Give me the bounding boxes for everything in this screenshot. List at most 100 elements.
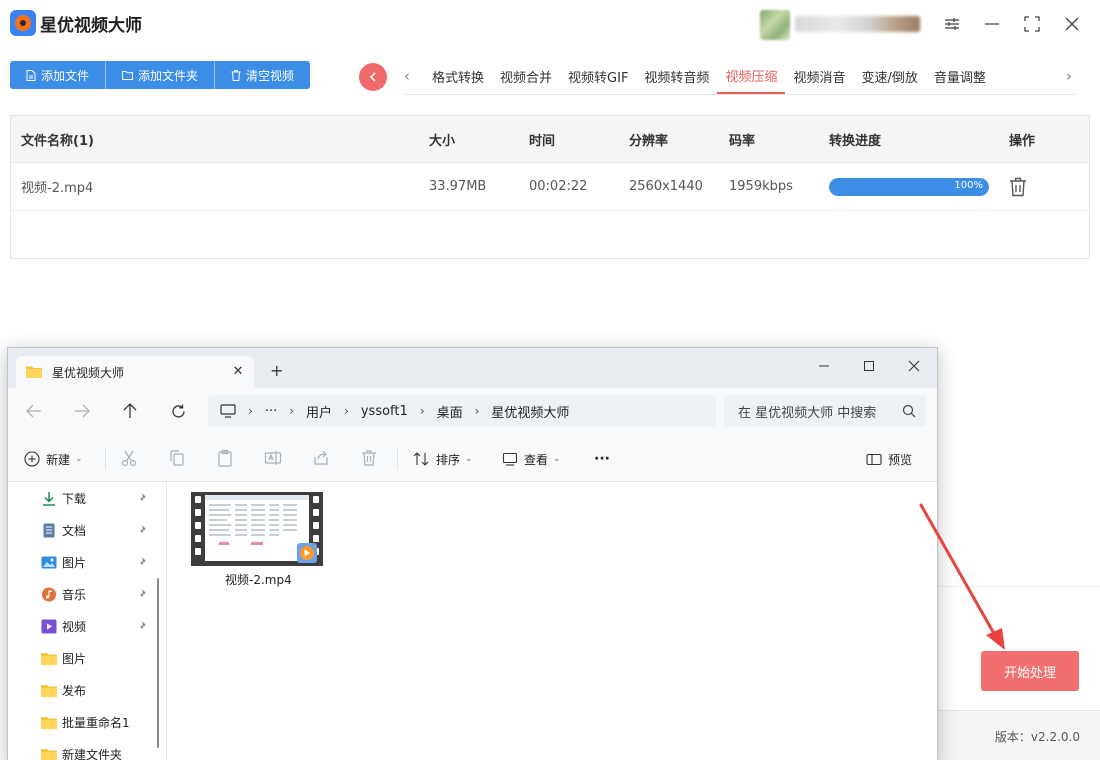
pin-icon[interactable] xyxy=(136,620,147,631)
sidebar-item-folder-batch-rename[interactable]: 批量重命名1 xyxy=(8,706,153,738)
rename-icon[interactable] xyxy=(264,449,282,467)
sidebar-item-label: 图片 xyxy=(62,556,87,570)
explorer-maximize-icon[interactable] xyxy=(849,352,889,380)
pin-icon[interactable] xyxy=(136,524,147,535)
tab-format-convert[interactable]: 格式转换 xyxy=(424,58,492,94)
folder-icon xyxy=(41,749,57,760)
sidebar-item-folder-pictures[interactable]: 图片 xyxy=(8,642,153,674)
breadcrumb-separator: › xyxy=(474,404,480,418)
delete-icon[interactable] xyxy=(360,449,378,467)
download-icon xyxy=(43,492,55,506)
col-action: 操作 xyxy=(1009,133,1036,149)
folder-icon xyxy=(41,717,57,729)
clear-videos-label: 清空视频 xyxy=(246,68,295,83)
clear-videos-button[interactable]: 清空视频 xyxy=(215,61,310,89)
computer-icon xyxy=(220,404,236,418)
folder-icon xyxy=(26,366,42,378)
sidebar-item-documents[interactable]: 文档 xyxy=(8,514,153,546)
refresh-icon[interactable] xyxy=(168,401,188,421)
breadcrumb-current[interactable]: 星优视频大师 xyxy=(491,402,569,421)
tabs-scroll-left-icon[interactable]: ‹ xyxy=(399,66,415,86)
sidebar-item-folder-publish[interactable]: 发布 xyxy=(8,674,153,706)
tab-speed-reverse[interactable]: 变速/倒放 xyxy=(853,58,925,94)
pin-icon[interactable] xyxy=(136,588,147,599)
pane-divider[interactable] xyxy=(166,482,167,760)
file-explorer-window: 星优视频大师 ✕ + › ··· › 用户 › yssoft1 › 桌面 › 星… xyxy=(7,347,938,760)
row-resolution: 2560x1440 xyxy=(629,179,703,194)
music-icon xyxy=(42,587,56,602)
maximize-icon[interactable] xyxy=(1017,10,1047,38)
sidebar-item-folder-new[interactable]: 新建文件夹 xyxy=(8,738,153,760)
up-arrow-icon[interactable] xyxy=(120,401,140,421)
col-resolution: 分辨率 xyxy=(629,133,669,149)
sidebar-item-downloads[interactable]: 下载 xyxy=(8,482,153,514)
tab-video-merge[interactable]: 视频合并 xyxy=(492,58,560,94)
sort-button[interactable]: 排序 ⌄ xyxy=(412,448,473,470)
more-options-icon[interactable]: ··· xyxy=(594,448,610,470)
divider xyxy=(397,448,398,470)
tab-video-mute[interactable]: 视频消音 xyxy=(785,58,853,94)
video-file-name: 视频-2.mp4 xyxy=(225,573,292,587)
back-arrow-icon[interactable] xyxy=(24,401,44,421)
settings-sliders-icon[interactable] xyxy=(937,10,967,38)
cut-icon[interactable] xyxy=(120,449,138,467)
copy-icon[interactable] xyxy=(168,449,186,467)
sidebar-scrollbar[interactable] xyxy=(157,578,159,748)
share-icon[interactable] xyxy=(312,449,330,467)
collapse-toolbar-button[interactable] xyxy=(359,63,387,91)
tabs-scroll-right-icon[interactable]: › xyxy=(1061,66,1077,86)
pin-icon[interactable] xyxy=(136,492,147,503)
sidebar-item-music[interactable]: 音乐 xyxy=(8,578,153,610)
explorer-tab-title: 星优视频大师 xyxy=(52,366,125,380)
preview-pane-button[interactable]: 预览 xyxy=(866,448,912,470)
col-progress: 转换进度 xyxy=(829,133,882,149)
address-bar[interactable]: › ··· › 用户 › yssoft1 › 桌面 › 星优视频大师 xyxy=(208,395,716,427)
sidebar-item-pictures[interactable]: 图片 xyxy=(8,546,153,578)
start-processing-button[interactable]: 开始处理 xyxy=(981,651,1079,691)
tab-video-compress[interactable]: 视频压缩 xyxy=(717,58,786,94)
new-button[interactable]: 新建 ⌄ xyxy=(24,448,83,470)
sidebar-item-videos[interactable]: 视频 xyxy=(8,610,153,642)
col-bitrate: 码率 xyxy=(729,133,756,149)
row-size: 33.97MB xyxy=(429,179,487,194)
divider xyxy=(105,448,106,470)
explorer-close-icon[interactable] xyxy=(894,352,934,380)
video-file-item[interactable] xyxy=(191,492,323,566)
view-button[interactable]: 查看 ⌄ xyxy=(502,448,561,470)
breadcrumb-desktop[interactable]: 桌面 xyxy=(437,402,463,421)
add-file-button[interactable]: 添加文件 xyxy=(10,61,107,89)
breadcrumb-users[interactable]: 用户 xyxy=(306,402,332,421)
add-folder-button[interactable]: 添加文件夹 xyxy=(106,61,216,89)
tab-video-to-audio[interactable]: 视频转音频 xyxy=(636,58,717,94)
forward-arrow-icon[interactable] xyxy=(72,401,92,421)
col-size: 大小 xyxy=(429,133,456,149)
breadcrumb-user[interactable]: yssoft1 xyxy=(361,404,408,419)
minimize-icon[interactable] xyxy=(977,10,1007,38)
paste-icon[interactable] xyxy=(216,449,234,467)
pin-icon[interactable] xyxy=(136,556,147,567)
tab-video-to-gif[interactable]: 视频转GIF xyxy=(560,58,636,94)
app-logo xyxy=(10,10,36,36)
new-tab-icon[interactable]: + xyxy=(270,361,283,380)
sidebar-item-label: 批量重命名1 xyxy=(62,716,130,730)
status-bar: 版本：v2.2.0.0 xyxy=(936,710,1100,760)
search-placeholder: 在 星优视频大师 中搜索 xyxy=(738,405,877,421)
username-blurred[interactable] xyxy=(795,16,920,32)
tab-volume-adjust[interactable]: 音量调整 xyxy=(926,58,994,94)
explorer-tabbar: 星优视频大师 ✕ + xyxy=(8,348,937,388)
explorer-minimize-icon[interactable] xyxy=(804,352,844,380)
feature-tabs: 格式转换 视频合并 视频转GIF 视频转音频 视频压缩 视频消音 变速/倒放 音… xyxy=(424,58,994,96)
search-input[interactable]: 在 星优视频大师 中搜索 xyxy=(724,395,926,427)
delete-trash-icon[interactable] xyxy=(1009,177,1027,197)
close-icon[interactable] xyxy=(1057,10,1087,38)
table-row[interactable]: 视频-2.mp4 33.97MB 00:02:22 2560x1440 1959… xyxy=(11,163,1089,211)
avatar[interactable] xyxy=(760,10,790,40)
video-file-icon xyxy=(191,492,323,566)
explorer-tab[interactable]: 星优视频大师 ✕ xyxy=(16,356,254,388)
breadcrumb-separator: › xyxy=(419,404,425,418)
progress-label: 100% xyxy=(954,180,983,191)
breadcrumb-more[interactable]: ··· xyxy=(265,404,277,419)
version-label: 版本：v2.2.0.0 xyxy=(994,730,1080,744)
app-title: 星优视频大师 xyxy=(40,16,142,36)
tab-close-icon[interactable]: ✕ xyxy=(230,363,246,379)
